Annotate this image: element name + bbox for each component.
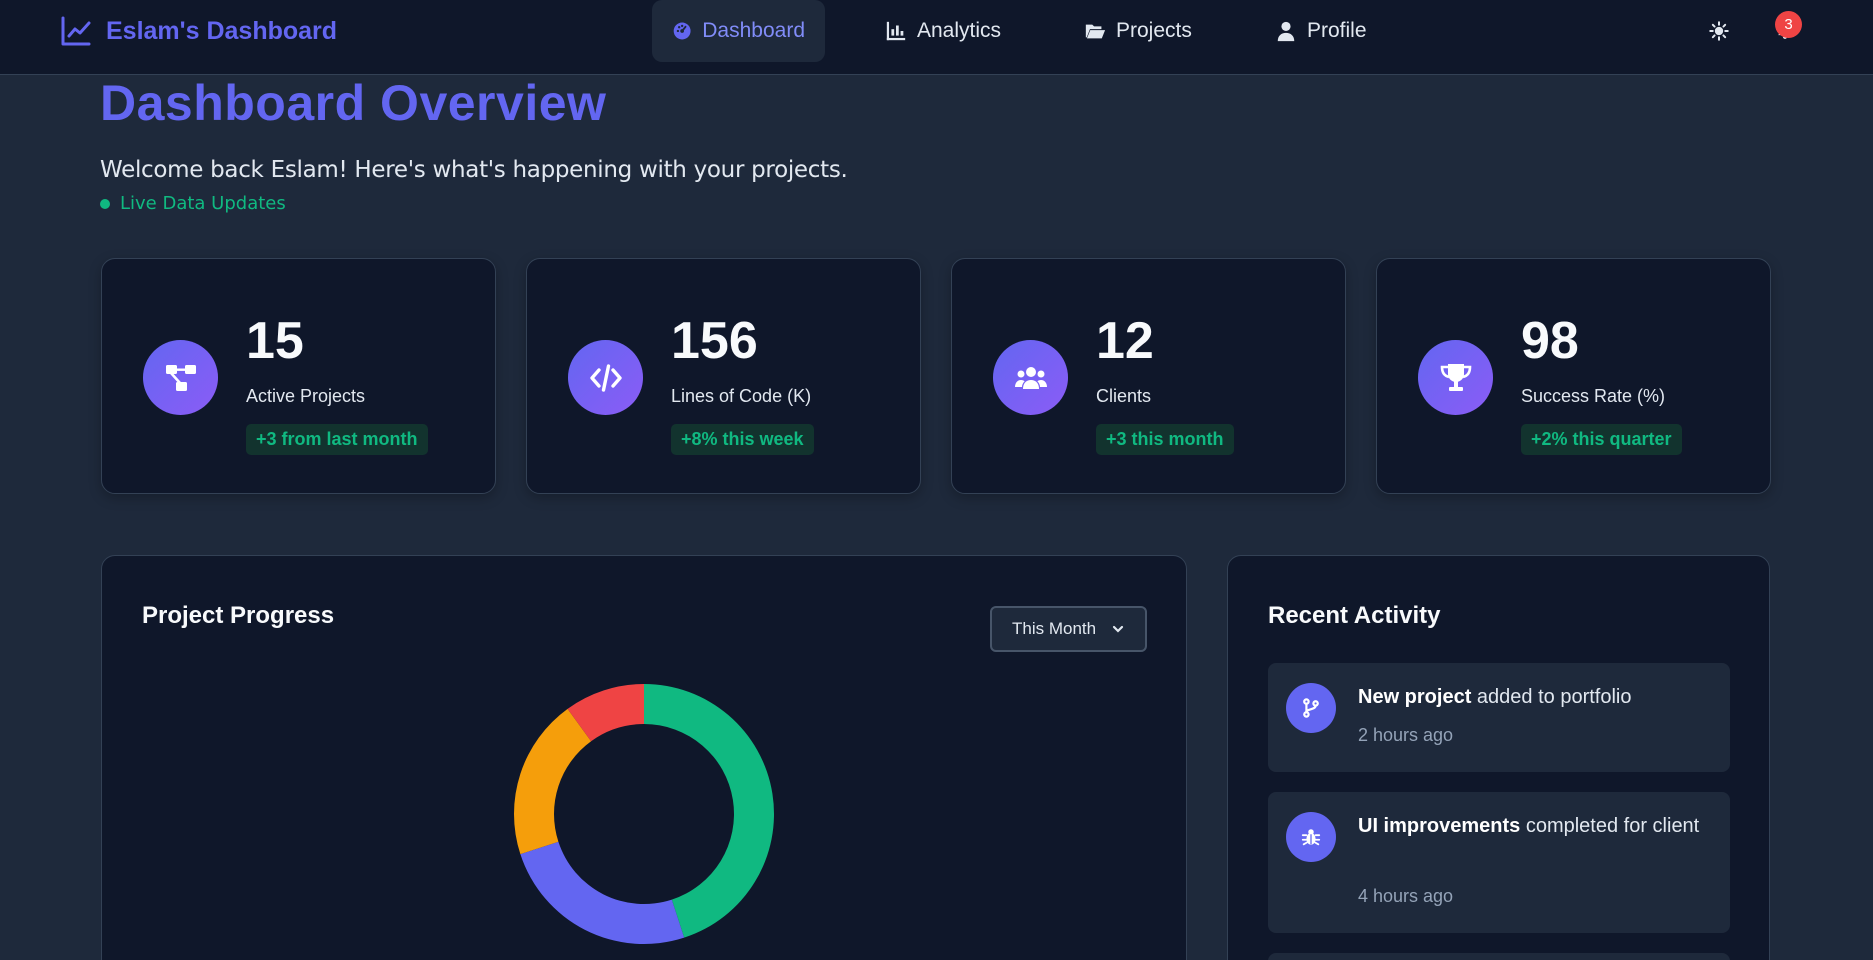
stat-label: Clients [1096,386,1152,406]
live-status-label: Live Data Updates [120,193,286,214]
nav-projects[interactable]: Projects [1064,0,1212,62]
recent-activity-panel: Recent Activity New project added to por… [1227,555,1770,960]
activity-text: New project added to portfolio [1358,681,1710,713]
panel-title: Recent Activity [1268,602,1441,629]
nav-analytics[interactable]: Analytics [865,0,1021,62]
theme-toggle-button[interactable] [1704,16,1734,46]
notification-badge: 3 [1775,11,1802,38]
nav-analytics-label: Analytics [917,19,1002,42]
code-branch-icon [1286,683,1336,733]
stat-change-badge: +3 from last month [246,424,428,455]
stat-value: 98 [1521,312,1579,370]
activity-highlight: New project [1358,686,1472,708]
activity-timestamp: 2 hours ago [1358,725,1454,745]
stat-value: 15 [246,312,304,370]
stat-change-badge: +8% this week [671,424,814,455]
activity-item[interactable]: New project added to portfolio 2 hours a… [1268,663,1730,772]
code-icon [568,340,643,415]
stat-card-active-projects: 15 Active Projects +3 from last month [101,258,496,494]
chevron-down-icon [1112,625,1124,633]
stat-card-lines-of-code: 156 Lines of Code (K) +8% this week [526,258,921,494]
project-diagram-icon [143,340,218,415]
activity-highlight: UI improvements [1358,815,1521,837]
bug-icon [1286,812,1336,862]
stat-card-success-rate: 98 Success Rate (%) +2% this quarter [1376,258,1771,494]
brand-logo[interactable]: Eslam's Dashboard [60,14,337,48]
user-icon [1277,21,1295,42]
activity-item[interactable]: UI improvements completed for client 4 h… [1268,792,1730,933]
donut-slice-2 [514,708,592,855]
live-status: Live Data Updates [100,193,286,214]
nav-profile-label: Profile [1307,19,1367,42]
nav-dashboard-label: Dashboard [702,19,805,42]
stat-label: Active Projects [246,386,366,406]
project-progress-panel: Project Progress This Month [101,555,1187,960]
project-progress-donut-chart [514,684,774,944]
nav-projects-label: Projects [1116,19,1192,42]
brand-title: Eslam's Dashboard [106,16,338,45]
stat-change-badge: +2% this quarter [1521,424,1682,455]
panel-title: Project Progress [142,602,335,629]
activity-timestamp: 4 hours ago [1358,886,1454,906]
stat-label: Success Rate (%) [1521,386,1666,406]
stat-value: 12 [1096,312,1154,370]
nav-dashboard[interactable]: Dashboard [652,0,825,62]
donut-slice-1 [520,841,685,944]
trophy-icon [1418,340,1493,415]
top-navbar: Eslam's Dashboard Dashboard Analytics Pr… [0,0,1873,75]
period-select[interactable]: This Month [990,606,1147,652]
activity-text: UI improvements completed for client [1358,810,1710,842]
stat-card-clients: 12 Clients +3 this month [951,258,1346,494]
live-indicator-dot [100,198,110,209]
stat-change-badge: +3 this month [1096,424,1234,455]
page-title: Dashboard Overview [100,75,607,131]
nav-profile[interactable]: Profile [1255,0,1387,62]
period-select-value: This Month [1012,619,1097,638]
bar-chart-icon [886,21,906,41]
activity-description: added to portfolio [1471,686,1632,708]
gauge-icon [673,22,691,40]
folder-open-icon [1085,24,1106,39]
stat-label: Lines of Code (K) [671,386,812,406]
stat-value: 156 [671,312,758,370]
activity-item[interactable] [1268,953,1730,960]
donut-slice-0 [644,684,774,938]
sun-icon [1709,21,1729,41]
welcome-message: Welcome back Eslam! Here's what's happen… [100,157,848,183]
line-chart-icon [61,16,91,46]
users-icon [993,340,1068,415]
activity-description: completed for client [1520,815,1700,837]
